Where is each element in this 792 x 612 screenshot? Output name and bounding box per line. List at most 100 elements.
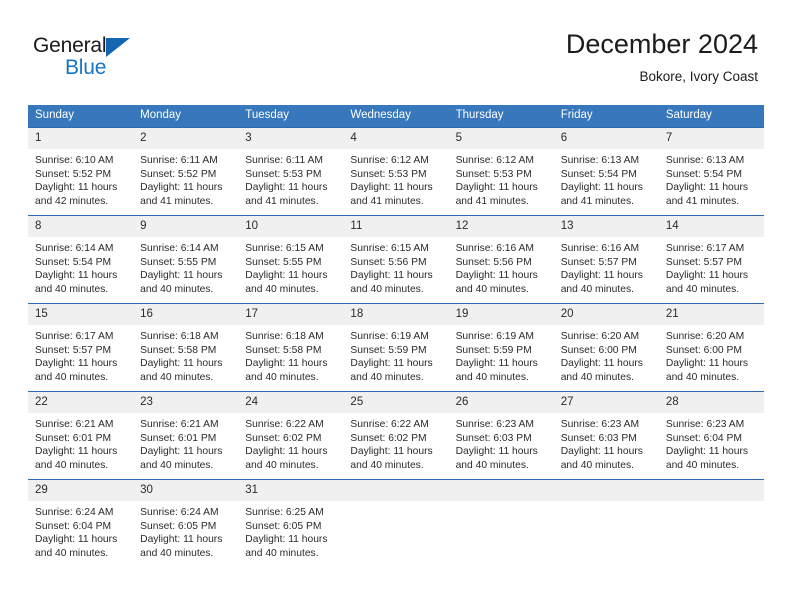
daylight-text: Daylight: 11 hours and 40 minutes. xyxy=(665,446,749,471)
sunset-text: Sunset: 5:54 PM xyxy=(665,168,742,180)
sunset-text: Sunset: 5:52 PM xyxy=(35,168,112,180)
day-number: 27 xyxy=(553,392,659,413)
day-cell[interactable]: 27 Sunrise: 6:23 AM Sunset: 6:03 PM Dayligh… xyxy=(553,391,659,479)
sunset-text: Sunset: 6:01 PM xyxy=(140,432,217,444)
daylight-text: Daylight: 11 hours and 40 minutes. xyxy=(140,446,223,471)
daylight-text: Daylight: 11 hours and 40 minutes. xyxy=(560,270,643,295)
day-cell[interactable]: 29 Sunrise: 6:24 AM Sunset: 6:04 PM Dayligh… xyxy=(28,479,134,567)
daylight-text: Daylight: 11 hours and 41 minutes. xyxy=(665,182,749,207)
day-number: 20 xyxy=(553,304,659,325)
sunrise-text: Sunrise: 6:18 AM xyxy=(140,331,219,342)
day-cell-empty xyxy=(658,479,764,567)
location-subtitle: Bokore, Ivory Coast xyxy=(639,69,758,84)
day-cell[interactable]: 4 Sunrise: 6:12 AM Sunset: 5:53 PM Daylight… xyxy=(343,127,449,215)
sunrise-text: Sunrise: 6:19 AM xyxy=(350,331,429,342)
day-cell[interactable]: 16 Sunrise: 6:18 AM Sunset: 5:58 PM Dayligh… xyxy=(133,303,239,391)
calendar-week-row: 22 Sunrise: 6:21 AM Sunset: 6:01 PM Dayligh… xyxy=(28,391,764,479)
sunset-text: Sunset: 6:02 PM xyxy=(245,432,322,444)
sunrise-text: Sunrise: 6:23 AM xyxy=(560,419,640,430)
day-cell[interactable]: 5 Sunrise: 6:12 AM Sunset: 5:53 PM Daylight… xyxy=(448,127,554,215)
day-cell[interactable]: 11 Sunrise: 6:15 AM Sunset: 5:56 PM Dayligh… xyxy=(343,215,449,303)
sunset-text: Sunset: 6:00 PM xyxy=(665,344,742,356)
day-number xyxy=(553,480,659,501)
weekday-header-tuesday: Tuesday xyxy=(238,105,344,127)
day-cell[interactable]: 28 Sunrise: 6:23 AM Sunset: 6:04 PM Dayligh… xyxy=(658,391,764,479)
sunset-text: Sunset: 6:04 PM xyxy=(35,520,112,532)
day-cell[interactable]: 8 Sunrise: 6:14 AM Sunset: 5:54 PM Daylight… xyxy=(28,215,134,303)
sunrise-text: Sunrise: 6:22 AM xyxy=(245,419,324,430)
day-cell[interactable]: 19 Sunrise: 6:19 AM Sunset: 5:59 PM Dayligh… xyxy=(448,303,554,391)
sunrise-text: Sunrise: 6:15 AM xyxy=(350,243,429,254)
day-cell[interactable]: 6 Sunrise: 6:13 AM Sunset: 5:54 PM Daylight… xyxy=(553,127,659,215)
day-cell[interactable]: 24 Sunrise: 6:22 AM Sunset: 6:02 PM Dayligh… xyxy=(238,391,344,479)
day-number: 22 xyxy=(28,392,134,413)
sunrise-text: Sunrise: 6:11 AM xyxy=(245,155,323,166)
sunrise-text: Sunrise: 6:13 AM xyxy=(665,155,745,166)
day-cell[interactable]: 1 Sunrise: 6:10 AM Sunset: 5:52 PM Daylight… xyxy=(28,127,134,215)
day-number: 7 xyxy=(658,128,764,149)
day-number xyxy=(343,480,449,501)
sunrise-text: Sunrise: 6:13 AM xyxy=(560,155,640,166)
day-number: 19 xyxy=(448,304,554,325)
day-cell[interactable]: 25 Sunrise: 6:22 AM Sunset: 6:02 PM Dayligh… xyxy=(343,391,449,479)
day-number: 12 xyxy=(448,216,554,237)
day-number: 26 xyxy=(448,392,554,413)
day-cell-empty xyxy=(448,479,554,567)
title-block: December 2024 Bokore, Ivory Coast xyxy=(566,28,758,86)
day-cell[interactable]: 31 Sunrise: 6:25 AM Sunset: 6:05 PM Dayligh… xyxy=(238,479,344,567)
sunrise-text: Sunrise: 6:20 AM xyxy=(665,331,745,342)
day-cell[interactable]: 14 Sunrise: 6:17 AM Sunset: 5:57 PM Dayligh… xyxy=(658,215,764,303)
day-cell[interactable]: 12 Sunrise: 6:16 AM Sunset: 5:56 PM Dayligh… xyxy=(448,215,554,303)
day-number: 2 xyxy=(133,128,239,149)
day-cell[interactable]: 3 Sunrise: 6:11 AM Sunset: 5:53 PM Daylight… xyxy=(238,127,344,215)
day-number: 9 xyxy=(133,216,239,237)
day-number: 31 xyxy=(238,480,344,501)
day-cell[interactable]: 7 Sunrise: 6:13 AM Sunset: 5:54 PM Daylight… xyxy=(658,127,764,215)
calendar-week-row: 15 Sunrise: 6:17 AM Sunset: 5:57 PM Dayligh… xyxy=(28,303,764,391)
sunrise-text: Sunrise: 6:24 AM xyxy=(140,507,219,518)
daylight-text: Daylight: 11 hours and 40 minutes. xyxy=(455,446,538,471)
sunrise-text: Sunrise: 6:12 AM xyxy=(350,155,429,166)
day-cell[interactable]: 20 Sunrise: 6:20 AM Sunset: 6:00 PM Dayligh… xyxy=(553,303,659,391)
day-cell[interactable]: 21 Sunrise: 6:20 AM Sunset: 6:00 PM Dayligh… xyxy=(658,303,764,391)
daylight-text: Daylight: 11 hours and 40 minutes. xyxy=(665,270,749,295)
sunrise-text: Sunrise: 6:20 AM xyxy=(560,331,640,342)
day-cell[interactable]: 10 Sunrise: 6:15 AM Sunset: 5:55 PM Dayligh… xyxy=(238,215,344,303)
sunset-text: Sunset: 5:58 PM xyxy=(245,344,322,356)
sunrise-text: Sunrise: 6:17 AM xyxy=(35,331,114,342)
daylight-text: Daylight: 11 hours and 40 minutes. xyxy=(245,534,328,559)
daylight-text: Daylight: 11 hours and 40 minutes. xyxy=(140,534,223,559)
day-cell[interactable]: 30 Sunrise: 6:24 AM Sunset: 6:05 PM Dayligh… xyxy=(133,479,239,567)
day-cell[interactable]: 15 Sunrise: 6:17 AM Sunset: 5:57 PM Dayligh… xyxy=(28,303,134,391)
weekday-header-friday: Friday xyxy=(553,105,659,127)
sunrise-text: Sunrise: 6:24 AM xyxy=(35,507,114,518)
daylight-text: Daylight: 11 hours and 40 minutes. xyxy=(35,358,118,383)
day-cell[interactable]: 13 Sunrise: 6:16 AM Sunset: 5:57 PM Dayligh… xyxy=(553,215,659,303)
sunset-text: Sunset: 5:59 PM xyxy=(455,344,532,356)
day-cell[interactable]: 17 Sunrise: 6:18 AM Sunset: 5:58 PM Dayligh… xyxy=(238,303,344,391)
calendar-week-row: 29 Sunrise: 6:24 AM Sunset: 6:04 PM Dayligh… xyxy=(28,479,764,567)
sunrise-text: Sunrise: 6:14 AM xyxy=(140,243,219,254)
day-number xyxy=(448,480,554,501)
sunset-text: Sunset: 5:58 PM xyxy=(140,344,217,356)
day-cell[interactable]: 26 Sunrise: 6:23 AM Sunset: 6:03 PM Dayligh… xyxy=(448,391,554,479)
page-title: December 2024 xyxy=(565,29,758,59)
day-cell[interactable]: 22 Sunrise: 6:21 AM Sunset: 6:01 PM Dayligh… xyxy=(28,391,134,479)
day-cell[interactable]: 18 Sunrise: 6:19 AM Sunset: 5:59 PM Dayligh… xyxy=(343,303,449,391)
day-cell[interactable]: 2 Sunrise: 6:11 AM Sunset: 5:52 PM Daylight… xyxy=(133,127,239,215)
daylight-text: Daylight: 11 hours and 40 minutes. xyxy=(140,270,223,295)
sunrise-text: Sunrise: 6:12 AM xyxy=(455,155,534,166)
day-number: 5 xyxy=(448,128,554,149)
day-cell[interactable]: 23 Sunrise: 6:21 AM Sunset: 6:01 PM Dayligh… xyxy=(133,391,239,479)
daylight-text: Daylight: 11 hours and 40 minutes. xyxy=(350,270,433,295)
daylight-text: Daylight: 11 hours and 40 minutes. xyxy=(560,446,643,471)
day-number: 15 xyxy=(28,304,134,325)
sunset-text: Sunset: 5:56 PM xyxy=(350,256,427,268)
sunset-text: Sunset: 5:53 PM xyxy=(455,168,532,180)
sunrise-text: Sunrise: 6:18 AM xyxy=(245,331,324,342)
daylight-text: Daylight: 11 hours and 41 minutes. xyxy=(455,182,538,207)
sunset-text: Sunset: 5:55 PM xyxy=(140,256,217,268)
sunrise-text: Sunrise: 6:11 AM xyxy=(140,155,218,166)
day-cell[interactable]: 9 Sunrise: 6:14 AM Sunset: 5:55 PM Daylight… xyxy=(133,215,239,303)
sunset-text: Sunset: 6:00 PM xyxy=(560,344,637,356)
